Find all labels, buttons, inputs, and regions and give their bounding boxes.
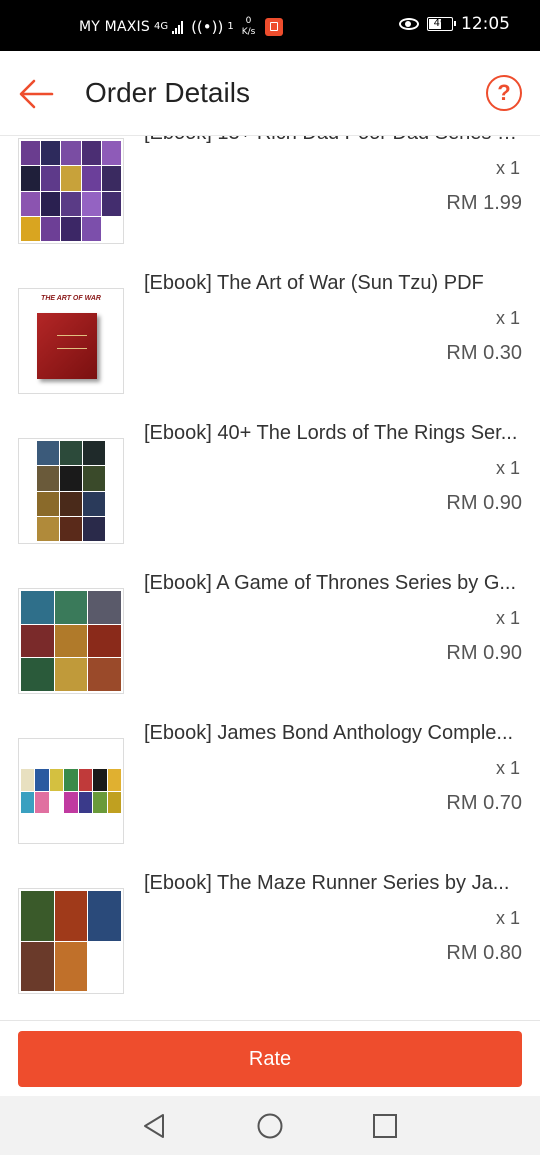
product-price: RM 0.70 <box>446 792 522 814</box>
app-header: Order Details ? <box>0 51 540 136</box>
product-thumbnail <box>18 888 124 994</box>
product-price: RM 0.90 <box>446 642 522 664</box>
thumb-title: THE ART OF WAR <box>41 295 101 302</box>
hotspot-icon: ((•)) <box>191 18 224 36</box>
product-quantity: x 1 <box>495 608 520 628</box>
order-item[interactable]: [Ebook] 40+ The Lords of The Rings Ser..… <box>0 420 540 570</box>
product-name: [Ebook] 40+ The Lords of The Rings Ser..… <box>144 422 518 444</box>
order-item[interactable]: [Ebook] James Bond Anthology Comple... x… <box>0 720 540 870</box>
product-name: [Ebook] A Game of Thrones Series by G... <box>144 572 517 594</box>
speed-unit: K/s <box>241 27 256 37</box>
nav-recents-button[interactable] <box>371 1112 399 1140</box>
battery-icon: 49 <box>427 17 456 31</box>
order-item[interactable]: [Ebook] 13+ Rich Dad Poor Dad Series b..… <box>0 136 540 270</box>
status-bar: MY MAXIS 4G ((•)) 1 0 K/s 49 12:05 <box>0 0 540 51</box>
circle-home-icon <box>257 1113 283 1139</box>
hotspot-count: 1 <box>227 21 234 32</box>
status-left: MY MAXIS 4G ((•)) 1 0 K/s <box>79 16 284 38</box>
product-price: RM 0.80 <box>446 942 522 964</box>
speed-value: 0 <box>245 16 252 26</box>
shopee-notification-icon <box>265 18 284 36</box>
network-type: 4G <box>153 21 169 32</box>
product-quantity: x 1 <box>495 458 520 478</box>
system-nav-bar <box>0 1096 540 1155</box>
triangle-back-icon <box>144 1114 164 1138</box>
bottom-action-bar: Rate <box>0 1020 540 1097</box>
product-quantity: x 1 <box>495 758 520 778</box>
clock: 12:05 <box>461 14 510 34</box>
square-recents-icon <box>373 1114 397 1138</box>
signal-icon <box>172 20 184 34</box>
product-name: [Ebook] The Art of War (Sun Tzu) PDF <box>144 272 484 294</box>
product-quantity: x 1 <box>495 308 520 328</box>
page-title: Order Details <box>85 77 250 108</box>
back-button[interactable] <box>16 73 58 115</box>
arrow-left-icon <box>19 79 54 109</box>
product-thumbnail <box>18 438 124 544</box>
order-item[interactable]: THE ART OF WAR [Ebook] The Art of War (S… <box>0 270 540 420</box>
order-item[interactable]: [Ebook] The Maze Runner Series by Ja... … <box>0 870 540 1020</box>
nav-back-button[interactable] <box>141 1112 169 1140</box>
network-speed: 0 K/s <box>242 16 256 38</box>
nav-home-button[interactable] <box>256 1112 284 1140</box>
help-button[interactable]: ? <box>486 75 522 111</box>
order-item-list: [Ebook] 13+ Rich Dad Poor Dad Series b..… <box>0 136 540 1020</box>
product-price: RM 1.99 <box>446 192 522 214</box>
product-thumbnail <box>18 738 124 844</box>
product-thumbnail: THE ART OF WAR <box>18 288 124 394</box>
status-right: 49 12:05 <box>399 14 510 34</box>
battery-level: 49 <box>433 18 447 29</box>
product-quantity: x 1 <box>495 908 520 928</box>
product-price: RM 0.90 <box>446 492 522 514</box>
product-thumbnail <box>18 138 124 244</box>
product-thumbnail <box>18 588 124 694</box>
product-quantity: x 1 <box>495 158 520 178</box>
rate-button[interactable]: Rate <box>18 1031 522 1087</box>
question-icon: ? <box>497 80 511 105</box>
order-item[interactable]: [Ebook] A Game of Thrones Series by G...… <box>0 570 540 720</box>
product-price: RM 0.30 <box>446 342 522 364</box>
eye-comfort-icon <box>399 18 419 30</box>
carrier-name: MY MAXIS <box>79 19 150 35</box>
product-name: [Ebook] 13+ Rich Dad Poor Dad Series b..… <box>144 136 524 145</box>
product-name: [Ebook] James Bond Anthology Comple... <box>144 722 514 744</box>
product-name: [Ebook] The Maze Runner Series by Ja... <box>144 872 510 894</box>
